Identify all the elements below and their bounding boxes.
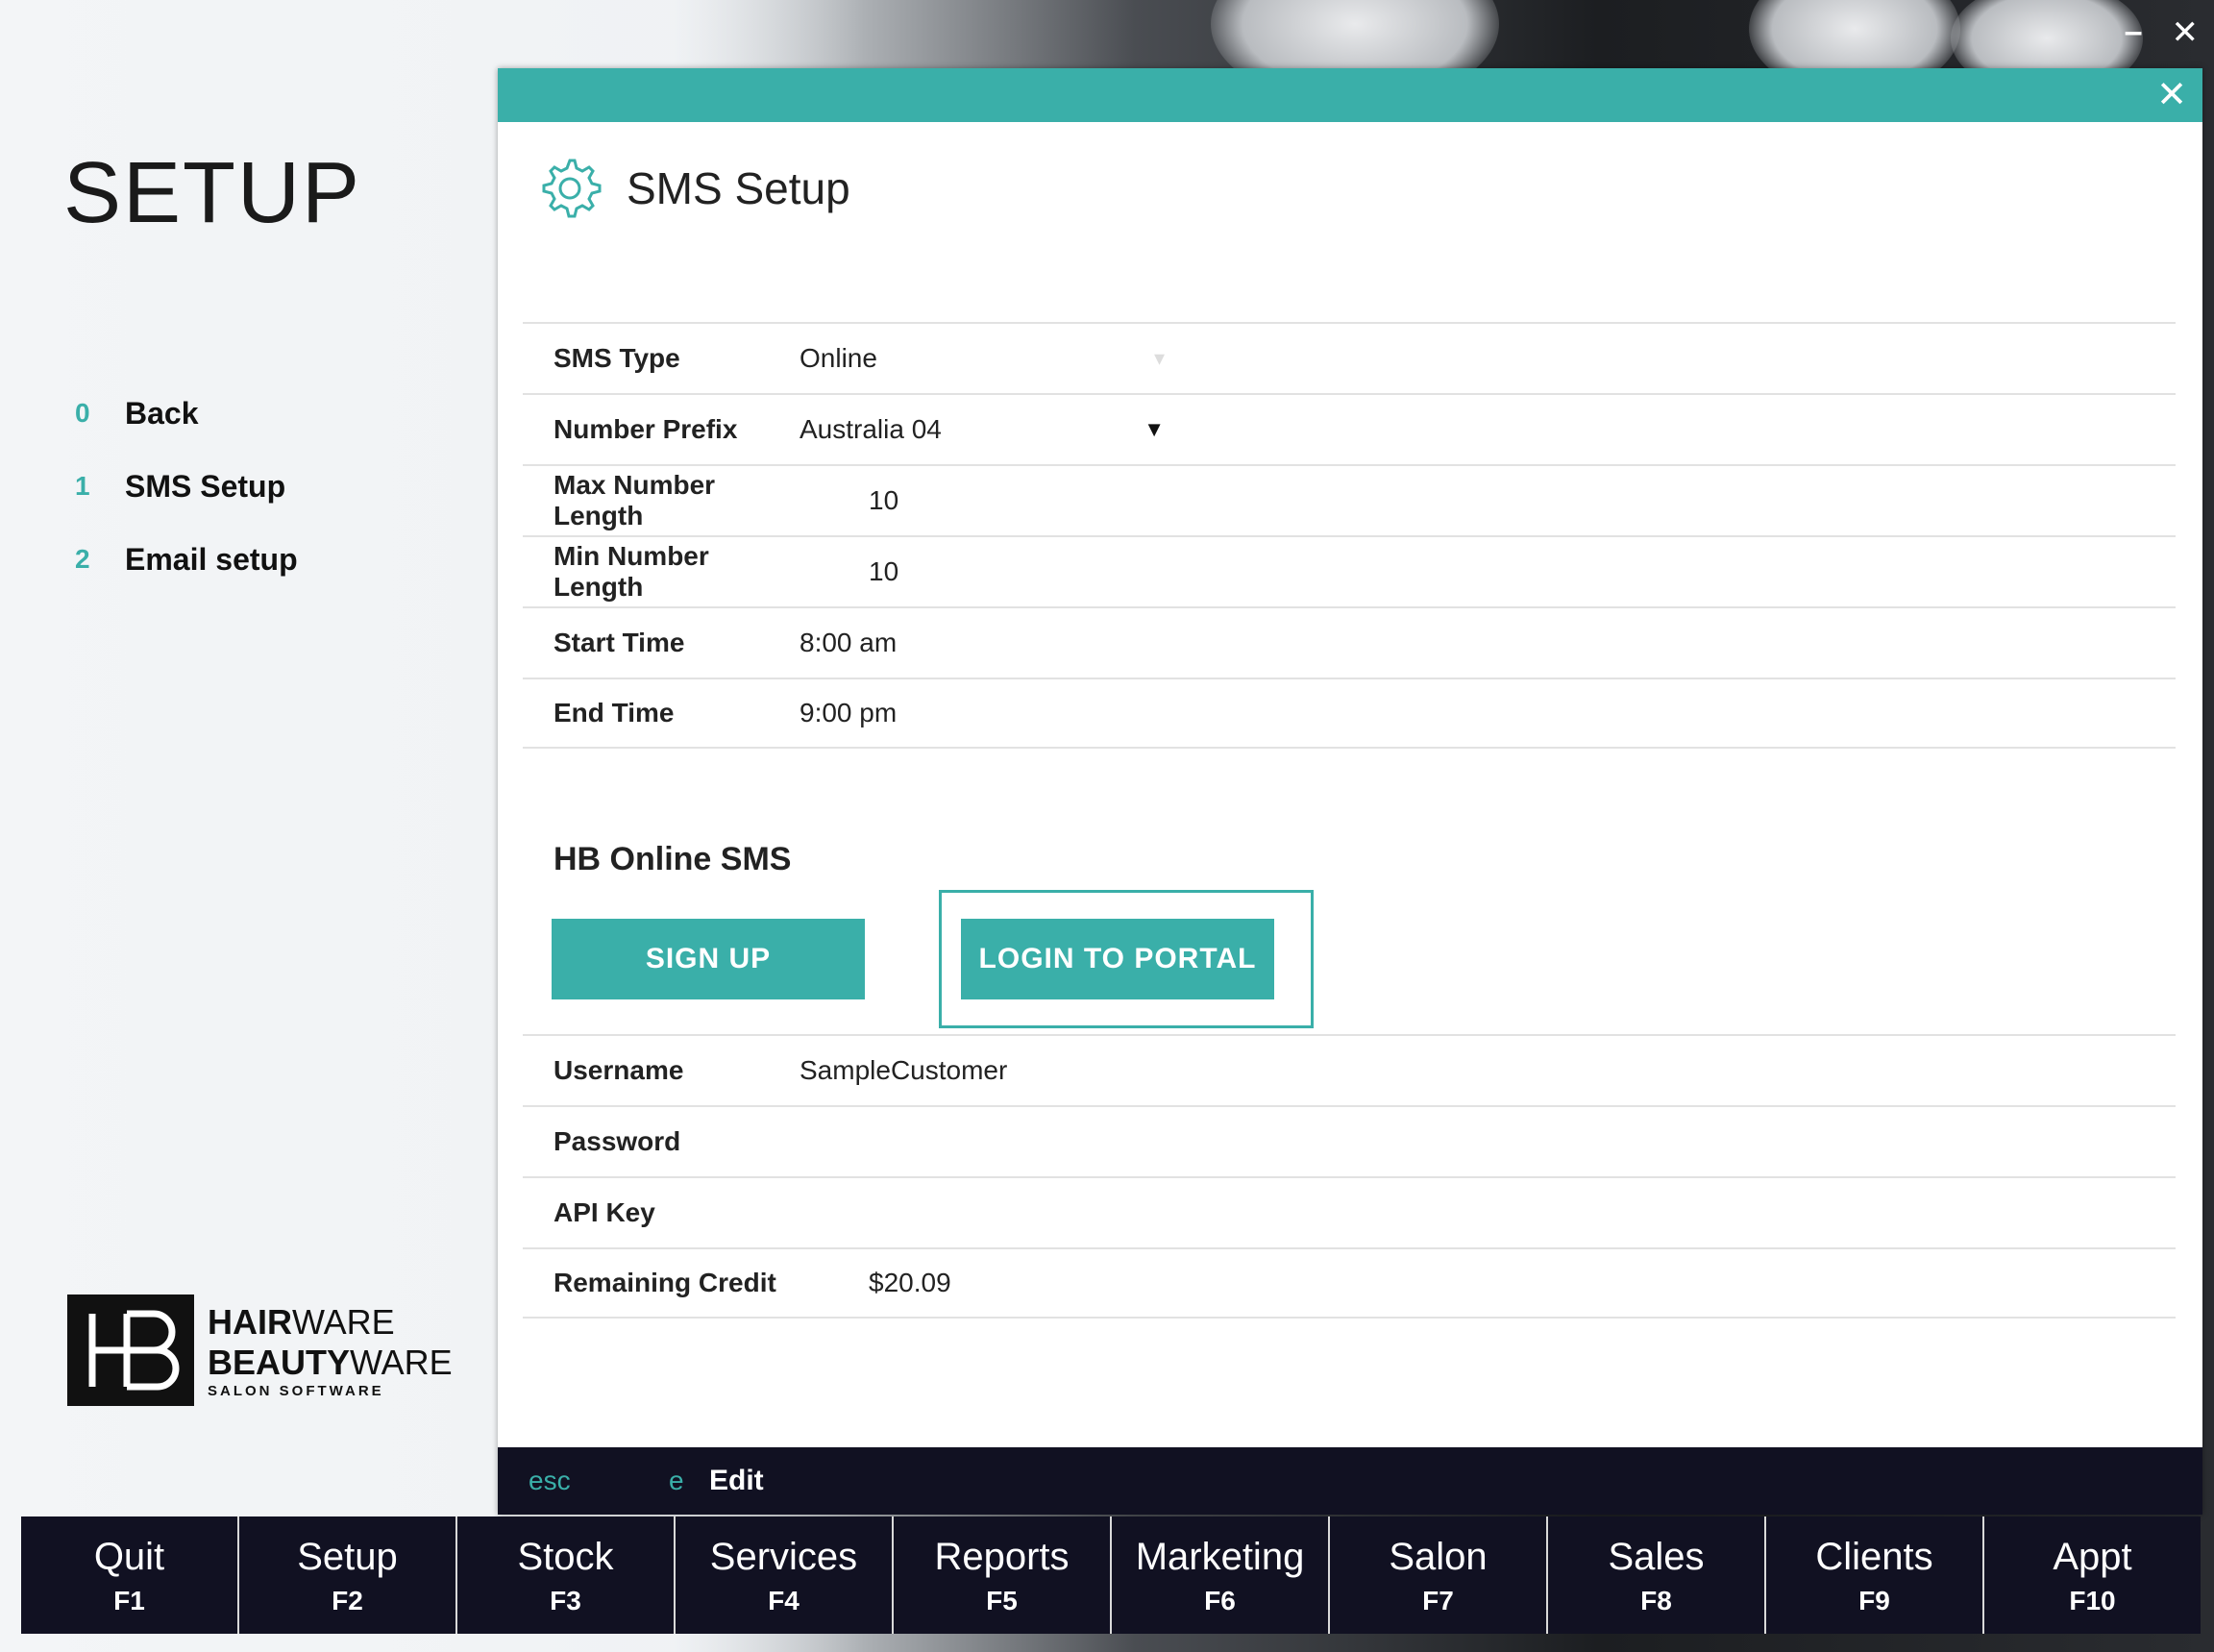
window-controls: – ✕ [2125,13,2199,52]
section-title: HB Online SMS [554,841,792,877]
dialog-close-button[interactable]: ✕ [2156,74,2187,116]
sidebar-item-email-setup[interactable]: 2 Email setup [75,523,298,596]
username-input[interactable]: SampleCustomer [800,1055,1007,1086]
field-label: Min Number Length [554,541,709,602]
max-number-length-input[interactable]: 10 [800,485,898,516]
field-start-time: Start Time 8:00 am [523,606,2176,678]
logo-subtitle: SALON SOFTWARE [208,1382,384,1399]
account-form: Username SampleCustomer Password API Key… [523,1034,2176,1319]
function-key-bar: Quit F1 Setup F2 Stock F3 Services F4 Report… [21,1516,2201,1634]
field-label: Start Time [554,628,685,657]
fkey-sales[interactable]: Sales F8 [1548,1516,1766,1634]
field-label: API Key [554,1197,655,1227]
sidebar-item-number: 2 [75,544,90,574]
remaining-credit-value: $20.09 [869,1268,951,1297]
brand-logo: HAIRWARE BEAUTYWARE SALON SOFTWARE [67,1294,453,1406]
fkey-clients[interactable]: Clients F9 [1766,1516,1984,1634]
number-prefix-value: Australia 04 [800,414,942,444]
dialog-footer: esc e Edit [498,1447,2202,1515]
window-close-button[interactable]: ✕ [2172,13,2200,52]
sidebar-item-number: 0 [75,398,90,428]
field-label: Max Number Length [554,470,716,530]
fkey-marketing[interactable]: Marketing F6 [1112,1516,1330,1634]
dialog-header: SMS Setup [536,155,850,222]
dialog-title: SMS Setup [627,163,850,213]
gear-icon [542,159,602,218]
sms-type-value: Online [800,343,877,373]
dialog-titlebar: ✕ [498,68,2202,122]
field-end-time: End Time 9:00 pm [523,678,2176,749]
login-button-focus-ring: LOGIN TO PORTAL [939,890,1314,1028]
sms-type-select[interactable]: Online ▾ [800,343,1165,374]
end-time-input[interactable]: 9:00 pm [800,698,897,728]
logo-line-hairware: HAIRWARE [208,1301,395,1342]
fkey-services[interactable]: Services F4 [676,1516,894,1634]
logo-line-beautyware: BEAUTYWARE [208,1342,453,1382]
fkey-quit[interactable]: Quit F1 [21,1516,239,1634]
sidebar-item-back[interactable]: 0 Back [75,377,298,450]
field-min-number-length: Min Number Length 10 [523,535,2176,606]
field-label: Number Prefix [554,414,738,444]
fkey-reports[interactable]: Reports F5 [894,1516,1112,1634]
field-max-number-length: Max Number Length 10 [523,464,2176,535]
edit-shortcut-key: e [669,1466,684,1495]
field-username: Username SampleCustomer [523,1034,2176,1105]
number-prefix-select[interactable]: Australia 04 ▼ [800,414,1165,445]
sms-settings-form: SMS Type Online ▾ Number Prefix Australi… [523,322,2176,749]
field-password: Password [523,1105,2176,1176]
minimize-button[interactable]: – [2125,13,2143,52]
fkey-appt[interactable]: Appt F10 [1984,1516,2201,1634]
login-to-portal-button[interactable]: LOGIN TO PORTAL [961,919,1274,999]
esc-shortcut[interactable]: esc [529,1466,669,1496]
hb-logo-icon [67,1294,194,1406]
sign-up-button[interactable]: SIGN UP [552,919,865,999]
sms-setup-dialog: ✕ SMS Setup SMS Type Online ▾ Number Pre… [498,68,2202,1515]
field-sms-type: SMS Type Online ▾ [523,322,2176,393]
sidebar-item-label: SMS Setup [125,468,286,504]
fkey-salon[interactable]: Salon F7 [1330,1516,1548,1634]
sidebar-item-number: 1 [75,471,90,501]
caret-down-icon: ▼ [1144,417,1165,441]
edit-button[interactable]: Edit [709,1465,764,1497]
sidebar-item-label: Email setup [125,541,298,577]
sidebar-item-sms-setup[interactable]: 1 SMS Setup [75,450,298,523]
field-label: SMS Type [554,343,680,373]
field-label: Username [554,1055,684,1085]
fkey-setup[interactable]: Setup F2 [239,1516,457,1634]
page-title: SETUP [63,145,362,241]
field-label: Password [554,1126,681,1156]
side-nav: 0 Back 1 SMS Setup 2 Email setup [75,377,298,596]
field-label: Remaining Credit [554,1268,776,1297]
field-remaining-credit: Remaining Credit $20.09 [523,1247,2176,1319]
field-number-prefix: Number Prefix Australia 04 ▼ [523,393,2176,464]
field-label: End Time [554,698,675,727]
field-api-key: API Key [523,1176,2176,1247]
start-time-input[interactable]: 8:00 am [800,628,897,658]
min-number-length-input[interactable]: 10 [800,556,898,587]
chevron-down-icon: ▾ [1153,346,1165,370]
sidebar-item-label: Back [125,395,199,431]
fkey-stock[interactable]: Stock F3 [457,1516,676,1634]
